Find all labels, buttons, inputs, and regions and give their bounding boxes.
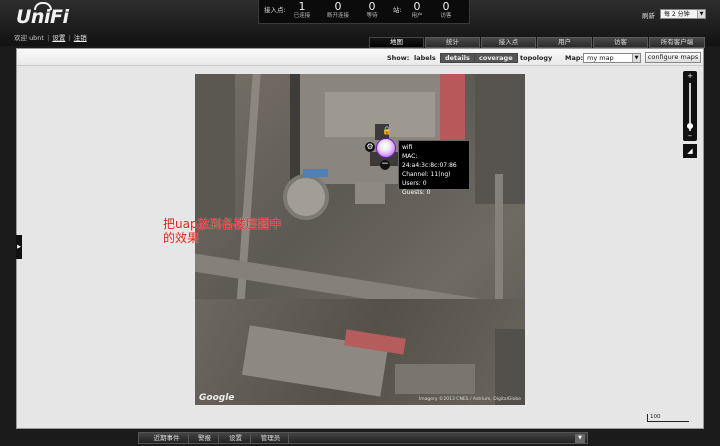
gear-icon[interactable]: ⚙ xyxy=(365,142,375,152)
remove-icon[interactable]: − xyxy=(380,160,390,170)
refresh-label: 刷新 xyxy=(642,12,655,20)
stat-disconnected: 0 断开连接 xyxy=(321,1,355,21)
ap-mac: MAC: 24:a4:3c:8c:07:86 xyxy=(402,153,457,169)
zoom-in-icon[interactable]: + xyxy=(683,72,697,80)
google-logo: Google xyxy=(199,393,235,403)
zoom-out-icon[interactable]: – xyxy=(683,131,697,140)
show-label: Show: xyxy=(387,54,410,62)
welcome-text: 欢迎 ubnt xyxy=(14,34,44,42)
ap-name: wifi xyxy=(402,144,413,151)
map-copyright: Imagery ©2013 CNES / Astrium, DigitalGlo… xyxy=(418,397,521,402)
tab-access-points[interactable]: 接入点 xyxy=(481,37,536,48)
refresh-value: 每 2 分钟 xyxy=(664,11,690,18)
map-select[interactable]: my map ▼ xyxy=(583,53,641,63)
map-blue-roof xyxy=(303,169,328,177)
tab-users[interactable]: 用户 xyxy=(537,37,592,48)
topology-toggle[interactable]: topology xyxy=(520,54,552,62)
bottom-tab-settings[interactable]: 设置 xyxy=(221,434,251,444)
map-label: Map: xyxy=(565,54,584,62)
ap-users: Users: 0 xyxy=(402,180,427,187)
map-building xyxy=(395,364,475,394)
bottom-tab-admins[interactable]: 管理员 xyxy=(253,434,289,444)
tab-map[interactable]: 地图 xyxy=(369,37,424,48)
stats-panel: 接入点: 1 已连接 0 断开连接 0 等待 站: 0 用户 0 访客 xyxy=(258,0,470,24)
zoom-slider[interactable]: + – xyxy=(683,71,697,141)
tab-guests[interactable]: 访客 xyxy=(593,37,648,48)
stat-value: 1 xyxy=(298,0,306,13)
coverage-toggle[interactable]: coverage xyxy=(474,53,518,63)
sidebar-toggle-icon[interactable]: ▶ xyxy=(16,235,22,259)
details-toggle[interactable]: details xyxy=(440,53,475,63)
settings-link[interactable]: 设置 xyxy=(52,34,65,42)
ap-stats-label: 接入点: xyxy=(264,6,286,14)
map-round-building xyxy=(283,174,329,220)
bottom-bar: 近期事件 警报 设置 管理员 ▼ xyxy=(138,432,588,444)
map-imagery xyxy=(495,329,525,405)
logo: UniFi xyxy=(16,6,69,28)
logout-link[interactable]: 注销 xyxy=(74,34,87,42)
chevron-down-icon: ▼ xyxy=(632,54,640,62)
stat-pending: 0 等待 xyxy=(355,1,389,21)
refresh-interval-select[interactable]: 每 2 分钟 ▼ xyxy=(660,9,706,19)
map-annotation-text: 把uap放到各楼层图中的效果 xyxy=(163,217,282,245)
map-select-value: my map xyxy=(587,54,614,62)
stat-value: 0 xyxy=(368,0,376,13)
stat-guests: 0 访客 xyxy=(429,1,463,21)
map-scale: 100 xyxy=(647,414,689,422)
fullscreen-icon[interactable]: ◢ xyxy=(683,144,697,158)
map-imagery xyxy=(195,74,235,224)
ap-guests: Guests: 0 xyxy=(402,189,431,196)
map-building xyxy=(355,182,385,204)
access-point-marker[interactable] xyxy=(376,138,396,158)
chevron-down-icon: ▼ xyxy=(697,10,705,18)
bottom-tab-alerts[interactable]: 警报 xyxy=(191,434,219,444)
stat-value: 0 xyxy=(442,0,450,13)
bottom-tab-recent-events[interactable]: 近期事件 xyxy=(145,434,189,444)
map-toolbar: Show: labels details coverage topology M… xyxy=(17,49,703,66)
stat-value: 0 xyxy=(334,0,342,13)
chevron-down-icon[interactable]: ▼ xyxy=(575,434,585,443)
lock-icon[interactable]: 🔒 xyxy=(382,126,392,135)
stat-label: 已连接 xyxy=(293,13,311,19)
stat-connected: 1 已连接 xyxy=(285,1,319,21)
zoom-knob[interactable] xyxy=(687,123,693,129)
ap-tooltip: wifi MAC: 24:a4:3c:8c:07:86 Channel: 11(… xyxy=(398,140,470,196)
configure-maps-button[interactable]: configure maps xyxy=(645,52,701,63)
tab-all-clients[interactable]: 所有客户端 xyxy=(649,37,705,48)
stat-label: 访客 xyxy=(440,13,452,19)
labels-toggle[interactable]: labels xyxy=(414,54,436,62)
map-panel: Show: labels details coverage topology M… xyxy=(16,48,704,429)
welcome-bar: 欢迎 ubnt | 设置 | 注销 xyxy=(14,34,87,42)
tab-stats[interactable]: 统计 xyxy=(425,37,480,48)
stat-label: 断开连接 xyxy=(326,13,349,19)
stat-label: 等待 xyxy=(366,13,378,19)
ap-channel: Channel: 11(ng) xyxy=(402,171,451,178)
